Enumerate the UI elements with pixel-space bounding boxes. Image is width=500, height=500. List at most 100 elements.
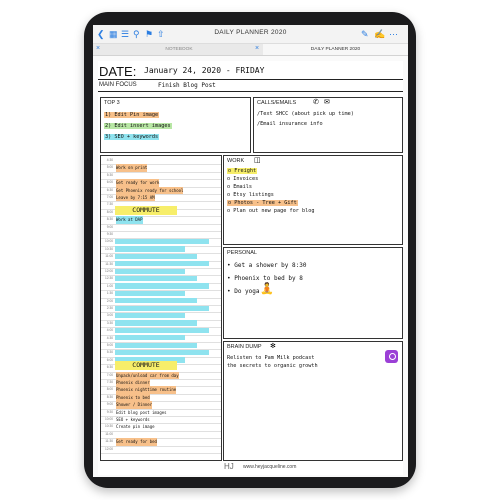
personal-item: • Get a shower by 8:30 (227, 262, 307, 269)
envelope-icon: ✉ (324, 99, 330, 106)
schedule-time: 1:00 (106, 283, 113, 288)
commute-block: COMMUTE (115, 205, 177, 215)
close-tab-icon[interactable]: × (96, 45, 100, 52)
tab-notebook[interactable]: NOTEBOOK (105, 44, 253, 55)
date-label: DATE: (99, 64, 137, 79)
main-focus-value: Finish Blog Post (158, 82, 216, 89)
schedule-entry: Work at DAP (116, 216, 143, 224)
top3-item: 1) Edit Pin image (104, 112, 160, 118)
schedule-highlight (115, 268, 185, 274)
hj-logo: HJ (224, 462, 234, 471)
schedule-time: 7:30 (106, 202, 113, 207)
schedule-box: 4:30 5:00 5:30 6:00 6:30 7:00 7:30 8:00 8:30 9:00… (100, 155, 222, 461)
personal-item: • Do yoga (227, 288, 260, 295)
schedule-time: 11:30 (105, 261, 113, 266)
footer-url[interactable]: www.heyjacqueline.com (243, 464, 296, 470)
schedule-entry: Work on print (116, 164, 148, 172)
schedule-time: 5:30 (106, 350, 113, 355)
top3-title: TOP 3 (104, 100, 120, 106)
brain-dump-line: the secrets to organic growth (227, 363, 318, 369)
schedule-highlight (115, 335, 185, 341)
schedule-time: 2:30 (106, 306, 113, 310)
planner-page: DATE: January 24, 2020 - FRIDAY MAIN FOC… (98, 61, 403, 475)
schedule-highlight (115, 246, 185, 252)
schedule-time: 10:30 (105, 246, 113, 251)
schedule-highlight (115, 298, 197, 304)
schedule-entry: Get Phoenix ready for school (116, 186, 184, 194)
schedule-time: 6:00 (106, 180, 113, 185)
calls-emails-box: CALLS/EMAILS ✆ ✉ /Text SHCC (about pick … (253, 97, 403, 153)
schedule-highlight (115, 261, 209, 267)
schedule-highlight (115, 327, 209, 334)
work-item: o Invoices (227, 176, 259, 182)
calls-item: /Email insurance info (257, 121, 323, 127)
schedule-time: 4:30 (106, 335, 113, 340)
schedule-entry: Shower / Dinner (116, 401, 153, 409)
schedule-time: 12:00 (105, 269, 113, 273)
schedule-time: 3:00 (106, 313, 113, 318)
schedule-time: 9:00 (106, 402, 113, 407)
phone-icon: ✆ (313, 99, 319, 106)
schedule-time: 6:30 (106, 365, 113, 370)
work-title: WORK (227, 158, 245, 164)
briefcase-icon: ◫ (254, 157, 261, 164)
schedule-time: 3:30 (106, 320, 113, 325)
personal-box: PERSONAL • Get a shower by 8:30 • Phoeni… (223, 247, 403, 339)
tab-daily-planner[interactable]: DAILY PLANNER 2020 (263, 44, 408, 55)
schedule-highlight (115, 312, 185, 319)
brain-dump-line: Relisten to Pam Milk podcast (227, 355, 315, 361)
schedule-time: 2:00 (106, 298, 113, 303)
pencil-icon[interactable]: ✎ (361, 28, 369, 40)
work-box: WORK ◫ o Freight o Invoices o Emails o E… (223, 155, 403, 245)
schedule-time: 8:00 (106, 209, 113, 214)
schedule-highlight (115, 305, 209, 311)
tablet-screen: ❮ ▦ ☰ ⚲ ⚑ ⇧ DAILY PLANNER 2020 ✎ ✍ ⋯ × N… (93, 25, 408, 477)
page-footer: HJ www.heyjacqueline.com (98, 462, 403, 474)
brain-dump-box: BRAIN DUMP ✻ Relisten to Pam Milk podcas… (223, 341, 403, 461)
schedule-time: 11:30 (105, 439, 113, 444)
top3-item: 3) SEO + keywords (104, 134, 160, 140)
schedule-row: 12:00 (101, 446, 221, 454)
schedule-time: 5:00 (106, 343, 113, 347)
podcast-app-icon (385, 350, 398, 363)
schedule-highlight (115, 349, 209, 356)
schedule-time: 8:30 (106, 217, 113, 222)
main-focus-label: MAIN FOCUS (99, 82, 137, 88)
schedule-time: 7:00 (106, 372, 113, 377)
schedule-highlight (115, 320, 197, 326)
schedule-time: 10:30 (105, 424, 113, 429)
schedule-time: 7:30 (106, 380, 113, 384)
schedule-highlight (115, 283, 209, 289)
schedule-time: 9:00 (106, 224, 113, 229)
personal-item: • Phoenix to bed by 8 (227, 275, 303, 282)
more-icon[interactable]: ⋯ (389, 28, 398, 40)
schedule-entry: SEO + keywords (116, 417, 150, 422)
close-tab-icon[interactable]: × (255, 45, 259, 52)
work-item: o Freight (227, 168, 258, 174)
calls-emails-title: CALLS/EMAILS (257, 100, 297, 106)
schedule-time: 8:00 (106, 387, 113, 392)
schedule-time: 1:30 (106, 291, 113, 296)
schedule-time: 10:00 (105, 239, 113, 244)
schedule-entry: Phoenix to bed (116, 393, 150, 402)
schedule-time: 5:30 (106, 172, 113, 177)
schedule-entry: Get ready for work (116, 179, 160, 187)
schedule-entry: Phoenix nighttime routine (116, 386, 177, 394)
brain-dump-title: BRAIN DUMP (227, 344, 262, 350)
schedule-highlight (115, 238, 209, 245)
schedule-time: 10:00 (105, 417, 113, 421)
work-item: o Plan out new page for blog (227, 208, 315, 214)
schedule-highlight (115, 275, 197, 282)
top3-item: 2) Edit insert images (104, 123, 172, 129)
brain-icon: ✻ (270, 343, 276, 350)
top3-box: TOP 3 1) Edit Pin image 2) Edit insert i… (100, 97, 251, 153)
schedule-time: 4:00 (106, 328, 113, 333)
pen-edit-icon[interactable]: ✍ (374, 28, 385, 40)
schedule-time: 9:30 (106, 409, 113, 414)
commute-block: COMMUTE (115, 361, 177, 371)
schedule-time: 12:00 (105, 446, 113, 451)
schedule-time: 6:30 (106, 187, 113, 192)
work-item: o Photos - Tree + Gift (227, 200, 298, 206)
date-value: January 24, 2020 - FRIDAY (144, 66, 265, 75)
schedule-time: 7:00 (106, 195, 113, 199)
